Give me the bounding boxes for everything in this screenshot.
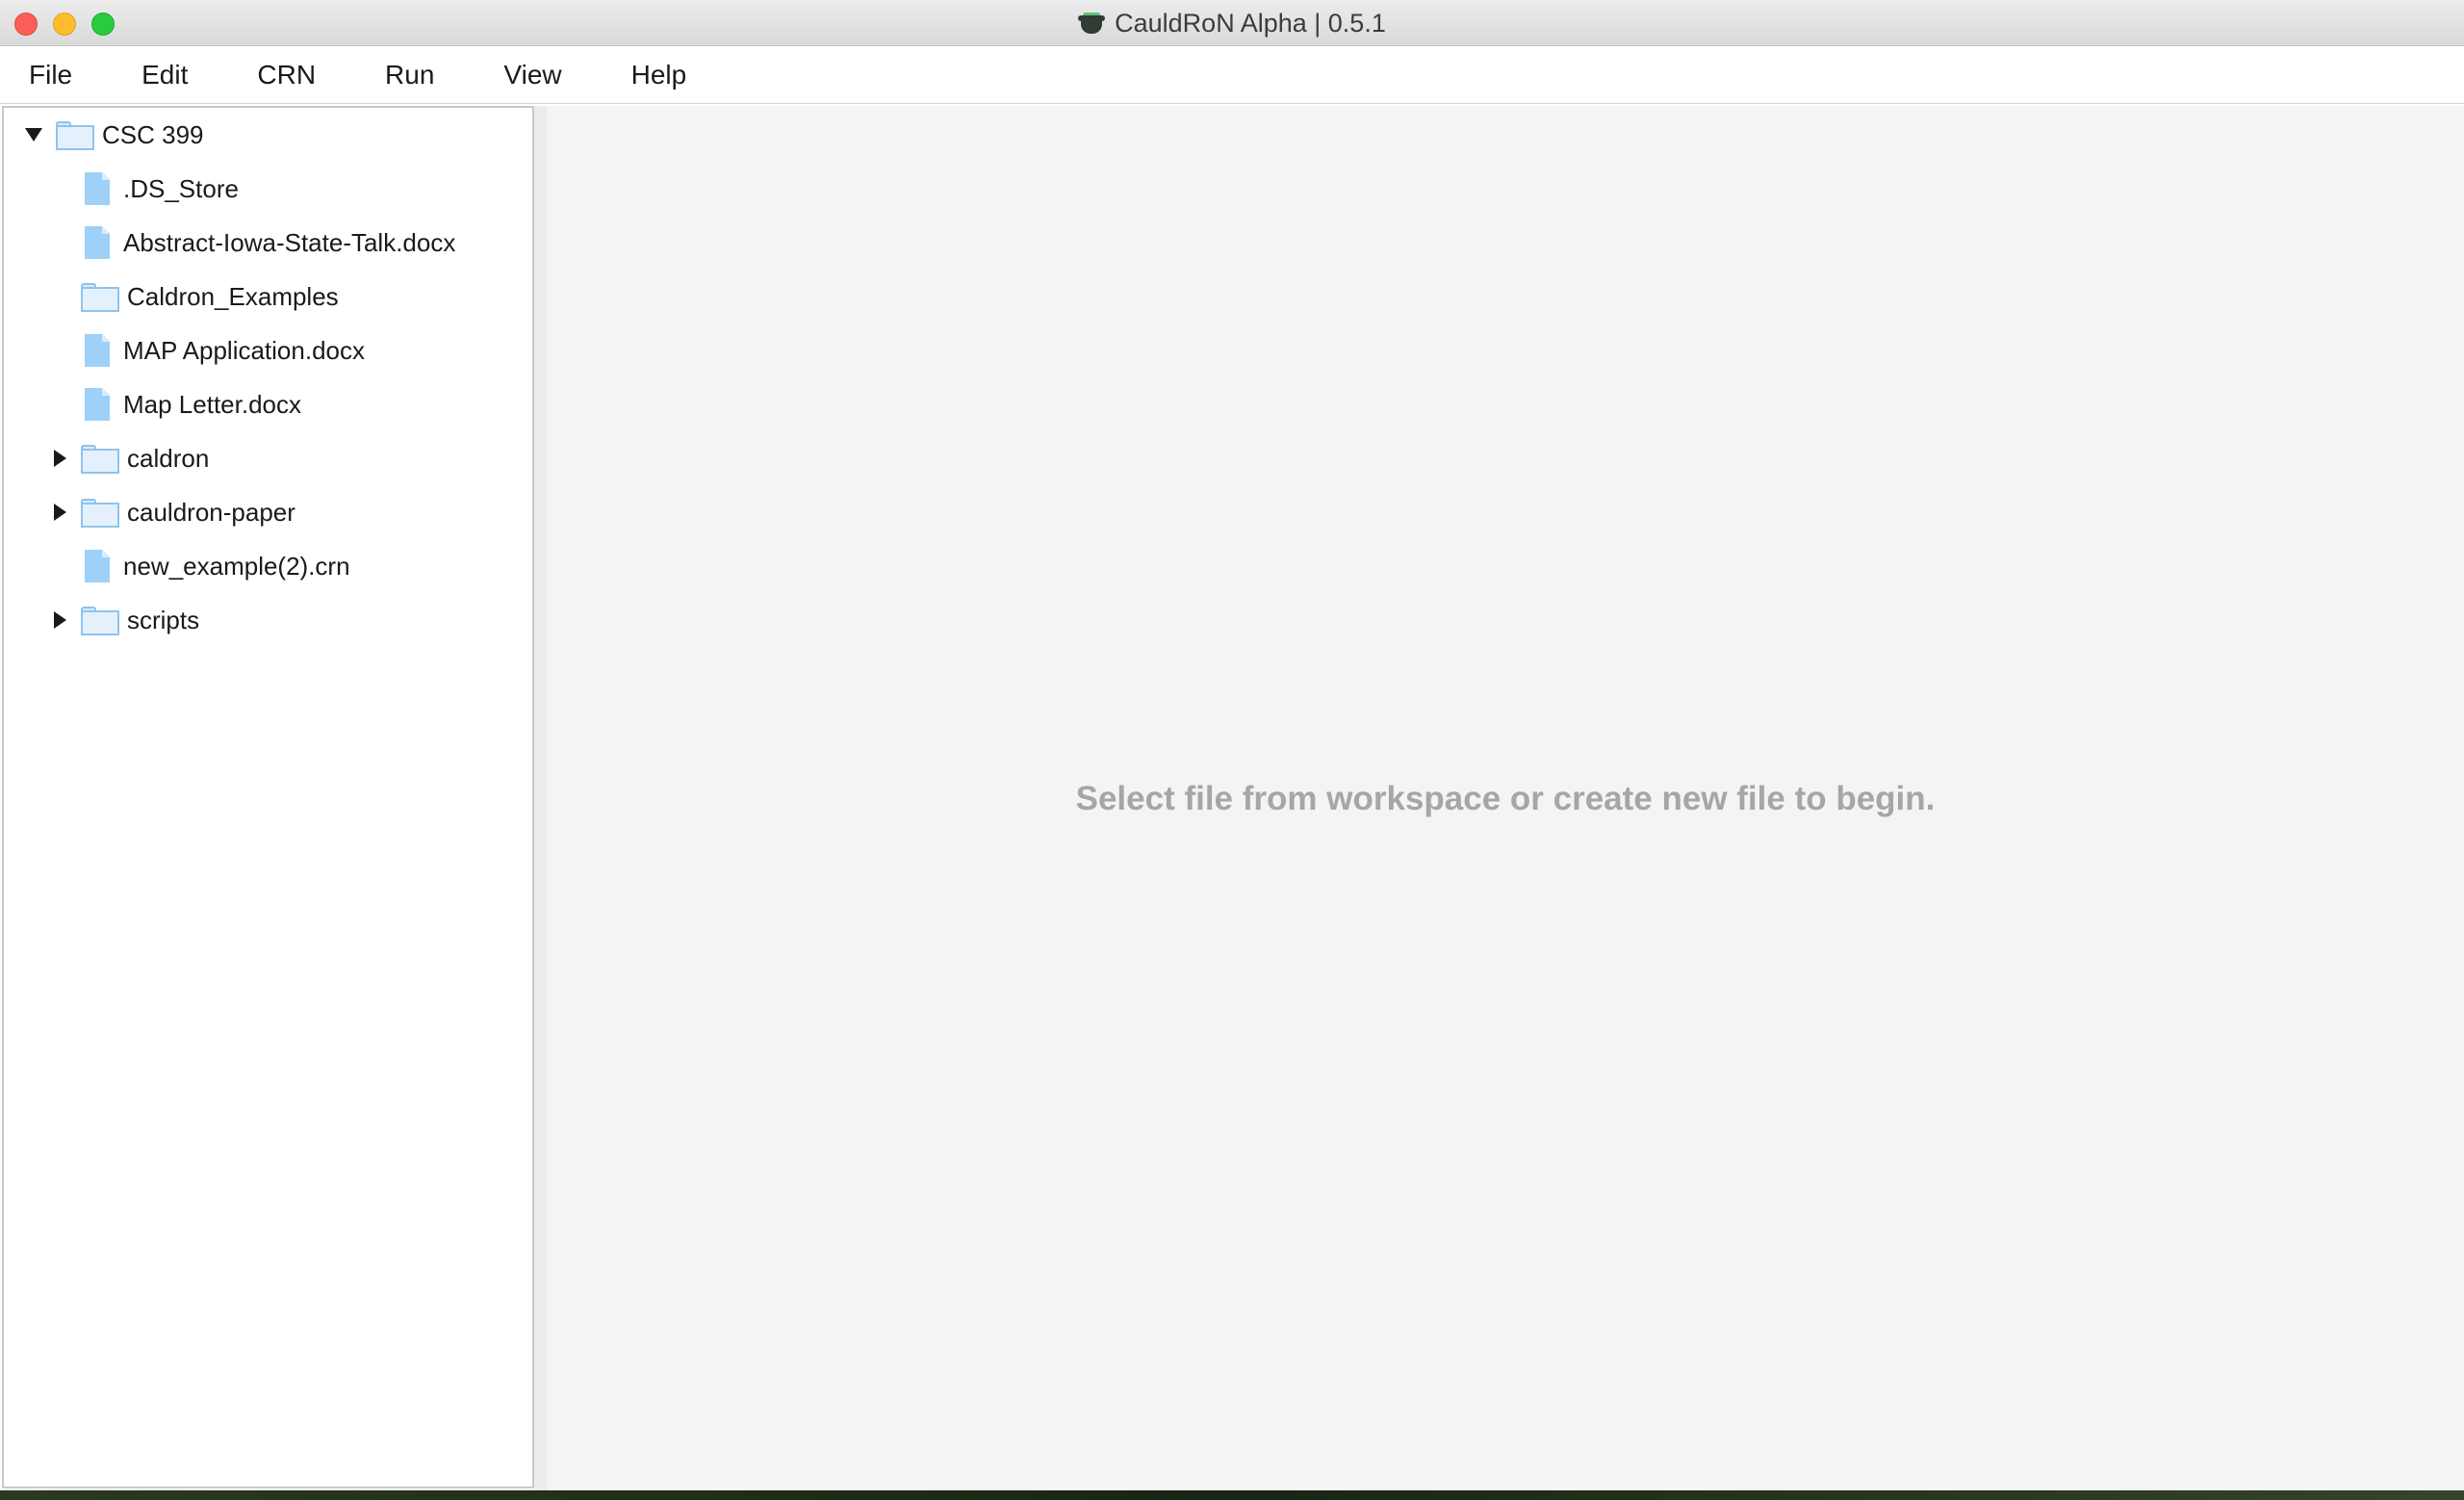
tree-item-map-letter[interactable]: Map Letter.docx (4, 377, 524, 431)
tree-item-new-example-crn[interactable]: new_example(2).crn (4, 539, 524, 593)
tree-item-caldron-examples[interactable]: Caldron_Examples (4, 270, 524, 323)
file-icon (85, 172, 110, 205)
menu-bar: File Edit CRN Run View Help (0, 46, 2464, 104)
title-container: CauldRoN Alpha | 0.5.1 (0, 0, 2464, 46)
cauldron-icon (1078, 11, 1106, 36)
file-icon (85, 226, 110, 259)
editor-area: Select file from workspace or create new… (547, 106, 2464, 1490)
tree-item-ds-store[interactable]: .DS_Store (4, 162, 524, 216)
menu-run[interactable]: Run (377, 54, 442, 96)
expand-arrow-icon[interactable] (54, 611, 66, 629)
menu-edit[interactable]: Edit (134, 54, 195, 96)
tree-item-label: scripts (127, 605, 200, 634)
menu-help[interactable]: Help (624, 54, 695, 96)
folder-icon (81, 607, 119, 635)
file-icon (85, 334, 110, 367)
tree-item-label: .DS_Store (123, 173, 239, 203)
folder-icon (56, 121, 94, 150)
desktop-background (0, 1490, 2464, 1500)
collapse-arrow-icon[interactable] (25, 128, 42, 142)
folder-icon (81, 283, 119, 312)
tree-item-label: cauldron-paper (127, 497, 295, 527)
tree-item-label: Abstract-Iowa-State-Talk.docx (123, 227, 456, 257)
app-window: CauldRoN Alpha | 0.5.1 File Edit CRN Run… (0, 0, 2464, 1490)
tree-item-label: Map Letter.docx (123, 389, 301, 419)
menu-view[interactable]: View (496, 54, 569, 96)
tree-item-abstract-docx[interactable]: Abstract-Iowa-State-Talk.docx (4, 216, 524, 270)
workspace-tree[interactable]: CSC 399 .DS_Store Abstract-Iowa-State-Ta… (2, 106, 534, 1488)
tree-item-label: MAP Application.docx (123, 335, 365, 365)
expand-arrow-icon[interactable] (54, 450, 66, 467)
menu-crn[interactable]: CRN (249, 54, 323, 96)
tree-item-label: Caldron_Examples (127, 281, 339, 311)
empty-state-message: Select file from workspace or create new… (1075, 780, 1936, 817)
folder-icon (81, 499, 119, 528)
tree-item-cauldron-paper[interactable]: cauldron-paper (4, 485, 524, 539)
tree-item-label: caldron (127, 443, 210, 473)
tree-item-label: CSC 399 (102, 119, 204, 149)
menu-file[interactable]: File (21, 54, 80, 96)
folder-icon (81, 445, 119, 474)
expand-arrow-icon[interactable] (54, 504, 66, 521)
file-icon (85, 388, 110, 421)
window-title: CauldRoN Alpha | 0.5.1 (1115, 8, 1386, 38)
tree-item-caldron[interactable]: caldron (4, 431, 524, 485)
title-bar[interactable]: CauldRoN Alpha | 0.5.1 (0, 0, 2464, 46)
tree-item-label: new_example(2).crn (123, 551, 350, 581)
pane-splitter[interactable] (534, 106, 547, 1490)
tree-item-scripts[interactable]: scripts (4, 593, 524, 647)
tree-item-map-application[interactable]: MAP Application.docx (4, 323, 524, 377)
file-icon (85, 550, 110, 582)
tree-item-root[interactable]: CSC 399 (4, 108, 524, 162)
